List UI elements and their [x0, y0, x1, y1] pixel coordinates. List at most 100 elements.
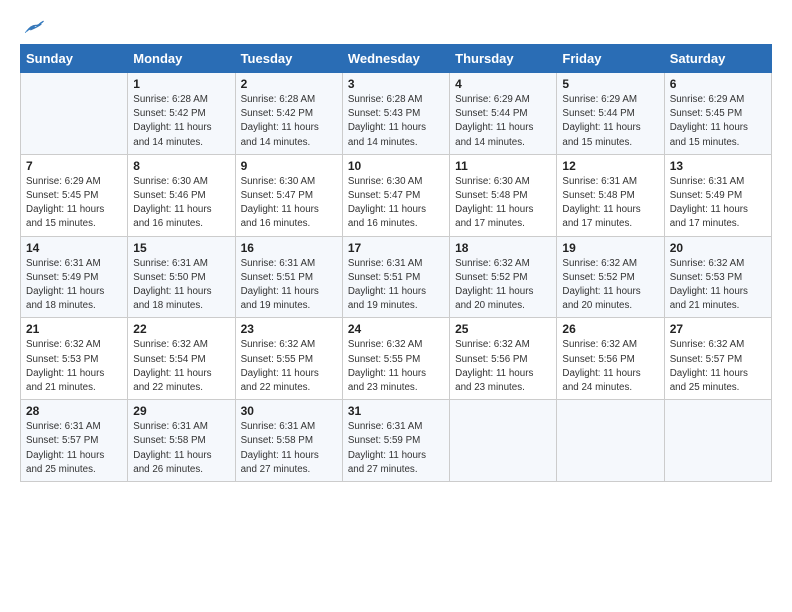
day-cell: 1Sunrise: 6:28 AMSunset: 5:42 PMDaylight…	[128, 73, 235, 155]
day-number: 16	[241, 241, 337, 255]
col-header-wednesday: Wednesday	[342, 45, 449, 73]
col-header-tuesday: Tuesday	[235, 45, 342, 73]
day-number: 18	[455, 241, 551, 255]
day-info: Sunrise: 6:31 AMSunset: 5:57 PMDaylight:…	[26, 420, 122, 477]
col-header-saturday: Saturday	[664, 45, 771, 73]
day-number: 2	[241, 77, 337, 91]
day-cell: 10 Sunrise: 6:30 AMSunset: 5:47 PMDayligh…	[342, 154, 449, 236]
day-cell: 7Sunrise: 6:29 AMSunset: 5:45 PMDaylight…	[21, 154, 128, 236]
day-number: 31	[348, 404, 444, 418]
day-info: Sunrise: 6:28 AMSunset: 5:42 PMDaylight:…	[241, 93, 337, 150]
day-number: 5	[562, 77, 658, 91]
day-info: Sunrise: 6:28 AMSunset: 5:43 PMDaylight:…	[348, 93, 444, 150]
day-info: Sunrise: 6:31 AMSunset: 5:51 PMDaylight:…	[348, 257, 444, 314]
day-info: Sunrise: 6:32 AMSunset: 5:57 PMDaylight:…	[670, 338, 766, 395]
day-cell: 8 Sunrise: 6:30 AMSunset: 5:46 PMDaylight…	[128, 154, 235, 236]
day-info: Sunrise: 6:32 AMSunset: 5:52 PMDaylight:…	[455, 257, 551, 314]
day-info: Sunrise: 6:32 AMSunset: 5:55 PMDaylight:…	[348, 338, 444, 395]
day-number: 28	[26, 404, 122, 418]
day-number: 9	[241, 159, 337, 173]
day-cell: 13 Sunrise: 6:31 AMSunset: 5:49 PMDayligh…	[664, 154, 771, 236]
day-info: Sunrise: 6:31 AMSunset: 5:48 PMDaylight:…	[562, 175, 658, 232]
col-header-thursday: Thursday	[450, 45, 557, 73]
calendar-table: SundayMondayTuesdayWednesdayThursdayFrid…	[20, 44, 772, 482]
day-cell: 23Sunrise: 6:32 AMSunset: 5:55 PMDayligh…	[235, 318, 342, 400]
day-cell: 29 Sunrise: 6:31 AMSunset: 5:58 PMDayligh…	[128, 400, 235, 482]
day-number: 10	[348, 159, 444, 173]
day-cell: 24 Sunrise: 6:32 AMSunset: 5:55 PMDayligh…	[342, 318, 449, 400]
day-cell: 18 Sunrise: 6:32 AMSunset: 5:52 PMDayligh…	[450, 236, 557, 318]
day-number: 11	[455, 159, 551, 173]
day-info: Sunrise: 6:31 AMSunset: 5:49 PMDaylight:…	[670, 175, 766, 232]
day-cell: 31Sunrise: 6:31 AMSunset: 5:59 PMDayligh…	[342, 400, 449, 482]
day-number: 21	[26, 322, 122, 336]
day-number: 8	[133, 159, 229, 173]
week-row-2: 7Sunrise: 6:29 AMSunset: 5:45 PMDaylight…	[21, 154, 772, 236]
day-number: 13	[670, 159, 766, 173]
day-number: 4	[455, 77, 551, 91]
day-cell: 6Sunrise: 6:29 AMSunset: 5:45 PMDaylight…	[664, 73, 771, 155]
day-cell: 11 Sunrise: 6:30 AMSunset: 5:48 PMDayligh…	[450, 154, 557, 236]
day-cell	[557, 400, 664, 482]
day-cell: 17 Sunrise: 6:31 AMSunset: 5:51 PMDayligh…	[342, 236, 449, 318]
day-number: 27	[670, 322, 766, 336]
day-cell	[21, 73, 128, 155]
day-number: 25	[455, 322, 551, 336]
day-info: Sunrise: 6:32 AMSunset: 5:52 PMDaylight:…	[562, 257, 658, 314]
day-info: Sunrise: 6:28 AMSunset: 5:42 PMDaylight:…	[133, 93, 229, 150]
day-info: Sunrise: 6:32 AMSunset: 5:55 PMDaylight:…	[241, 338, 337, 395]
day-number: 15	[133, 241, 229, 255]
day-info: Sunrise: 6:31 AMSunset: 5:51 PMDaylight:…	[241, 257, 337, 314]
page: SundayMondayTuesdayWednesdayThursdayFrid…	[0, 0, 792, 612]
day-cell: 2 Sunrise: 6:28 AMSunset: 5:42 PMDaylight…	[235, 73, 342, 155]
day-number: 7	[26, 159, 122, 173]
day-number: 12	[562, 159, 658, 173]
logo	[20, 18, 45, 34]
day-cell: 25 Sunrise: 6:32 AMSunset: 5:56 PMDayligh…	[450, 318, 557, 400]
day-cell: 15 Sunrise: 6:31 AMSunset: 5:50 PMDayligh…	[128, 236, 235, 318]
day-cell: 28 Sunrise: 6:31 AMSunset: 5:57 PMDayligh…	[21, 400, 128, 482]
day-info: Sunrise: 6:32 AMSunset: 5:56 PMDaylight:…	[455, 338, 551, 395]
day-info: Sunrise: 6:29 AMSunset: 5:44 PMDaylight:…	[455, 93, 551, 150]
day-cell: 12 Sunrise: 6:31 AMSunset: 5:48 PMDayligh…	[557, 154, 664, 236]
day-info: Sunrise: 6:32 AMSunset: 5:54 PMDaylight:…	[133, 338, 229, 395]
day-info: Sunrise: 6:31 AMSunset: 5:58 PMDaylight:…	[241, 420, 337, 477]
day-info: Sunrise: 6:30 AMSunset: 5:47 PMDaylight:…	[348, 175, 444, 232]
day-info: Sunrise: 6:30 AMSunset: 5:48 PMDaylight:…	[455, 175, 551, 232]
day-info: Sunrise: 6:32 AMSunset: 5:56 PMDaylight:…	[562, 338, 658, 395]
day-cell: 20 Sunrise: 6:32 AMSunset: 5:53 PMDayligh…	[664, 236, 771, 318]
day-cell: 5 Sunrise: 6:29 AMSunset: 5:44 PMDaylight…	[557, 73, 664, 155]
col-header-monday: Monday	[128, 45, 235, 73]
day-number: 24	[348, 322, 444, 336]
week-row-3: 14Sunrise: 6:31 AMSunset: 5:49 PMDayligh…	[21, 236, 772, 318]
day-cell	[450, 400, 557, 482]
day-number: 30	[241, 404, 337, 418]
day-cell: 9 Sunrise: 6:30 AMSunset: 5:47 PMDaylight…	[235, 154, 342, 236]
week-row-1: 1Sunrise: 6:28 AMSunset: 5:42 PMDaylight…	[21, 73, 772, 155]
logo-bird-icon	[23, 18, 45, 36]
day-info: Sunrise: 6:29 AMSunset: 5:44 PMDaylight:…	[562, 93, 658, 150]
day-cell: 4 Sunrise: 6:29 AMSunset: 5:44 PMDaylight…	[450, 73, 557, 155]
day-number: 17	[348, 241, 444, 255]
day-cell: 14Sunrise: 6:31 AMSunset: 5:49 PMDayligh…	[21, 236, 128, 318]
day-number: 22	[133, 322, 229, 336]
day-info: Sunrise: 6:30 AMSunset: 5:46 PMDaylight:…	[133, 175, 229, 232]
day-info: Sunrise: 6:32 AMSunset: 5:53 PMDaylight:…	[670, 257, 766, 314]
day-cell: 16 Sunrise: 6:31 AMSunset: 5:51 PMDayligh…	[235, 236, 342, 318]
col-header-friday: Friday	[557, 45, 664, 73]
day-cell: 21Sunrise: 6:32 AMSunset: 5:53 PMDayligh…	[21, 318, 128, 400]
day-info: Sunrise: 6:30 AMSunset: 5:47 PMDaylight:…	[241, 175, 337, 232]
day-info: Sunrise: 6:31 AMSunset: 5:50 PMDaylight:…	[133, 257, 229, 314]
header	[20, 18, 772, 34]
day-number: 20	[670, 241, 766, 255]
day-number: 29	[133, 404, 229, 418]
day-cell: 19Sunrise: 6:32 AMSunset: 5:52 PMDayligh…	[557, 236, 664, 318]
day-number: 26	[562, 322, 658, 336]
day-info: Sunrise: 6:31 AMSunset: 5:49 PMDaylight:…	[26, 257, 122, 314]
day-info: Sunrise: 6:29 AMSunset: 5:45 PMDaylight:…	[670, 93, 766, 150]
day-cell: 30 Sunrise: 6:31 AMSunset: 5:58 PMDayligh…	[235, 400, 342, 482]
col-header-sunday: Sunday	[21, 45, 128, 73]
day-number: 3	[348, 77, 444, 91]
day-cell	[664, 400, 771, 482]
day-info: Sunrise: 6:31 AMSunset: 5:58 PMDaylight:…	[133, 420, 229, 477]
